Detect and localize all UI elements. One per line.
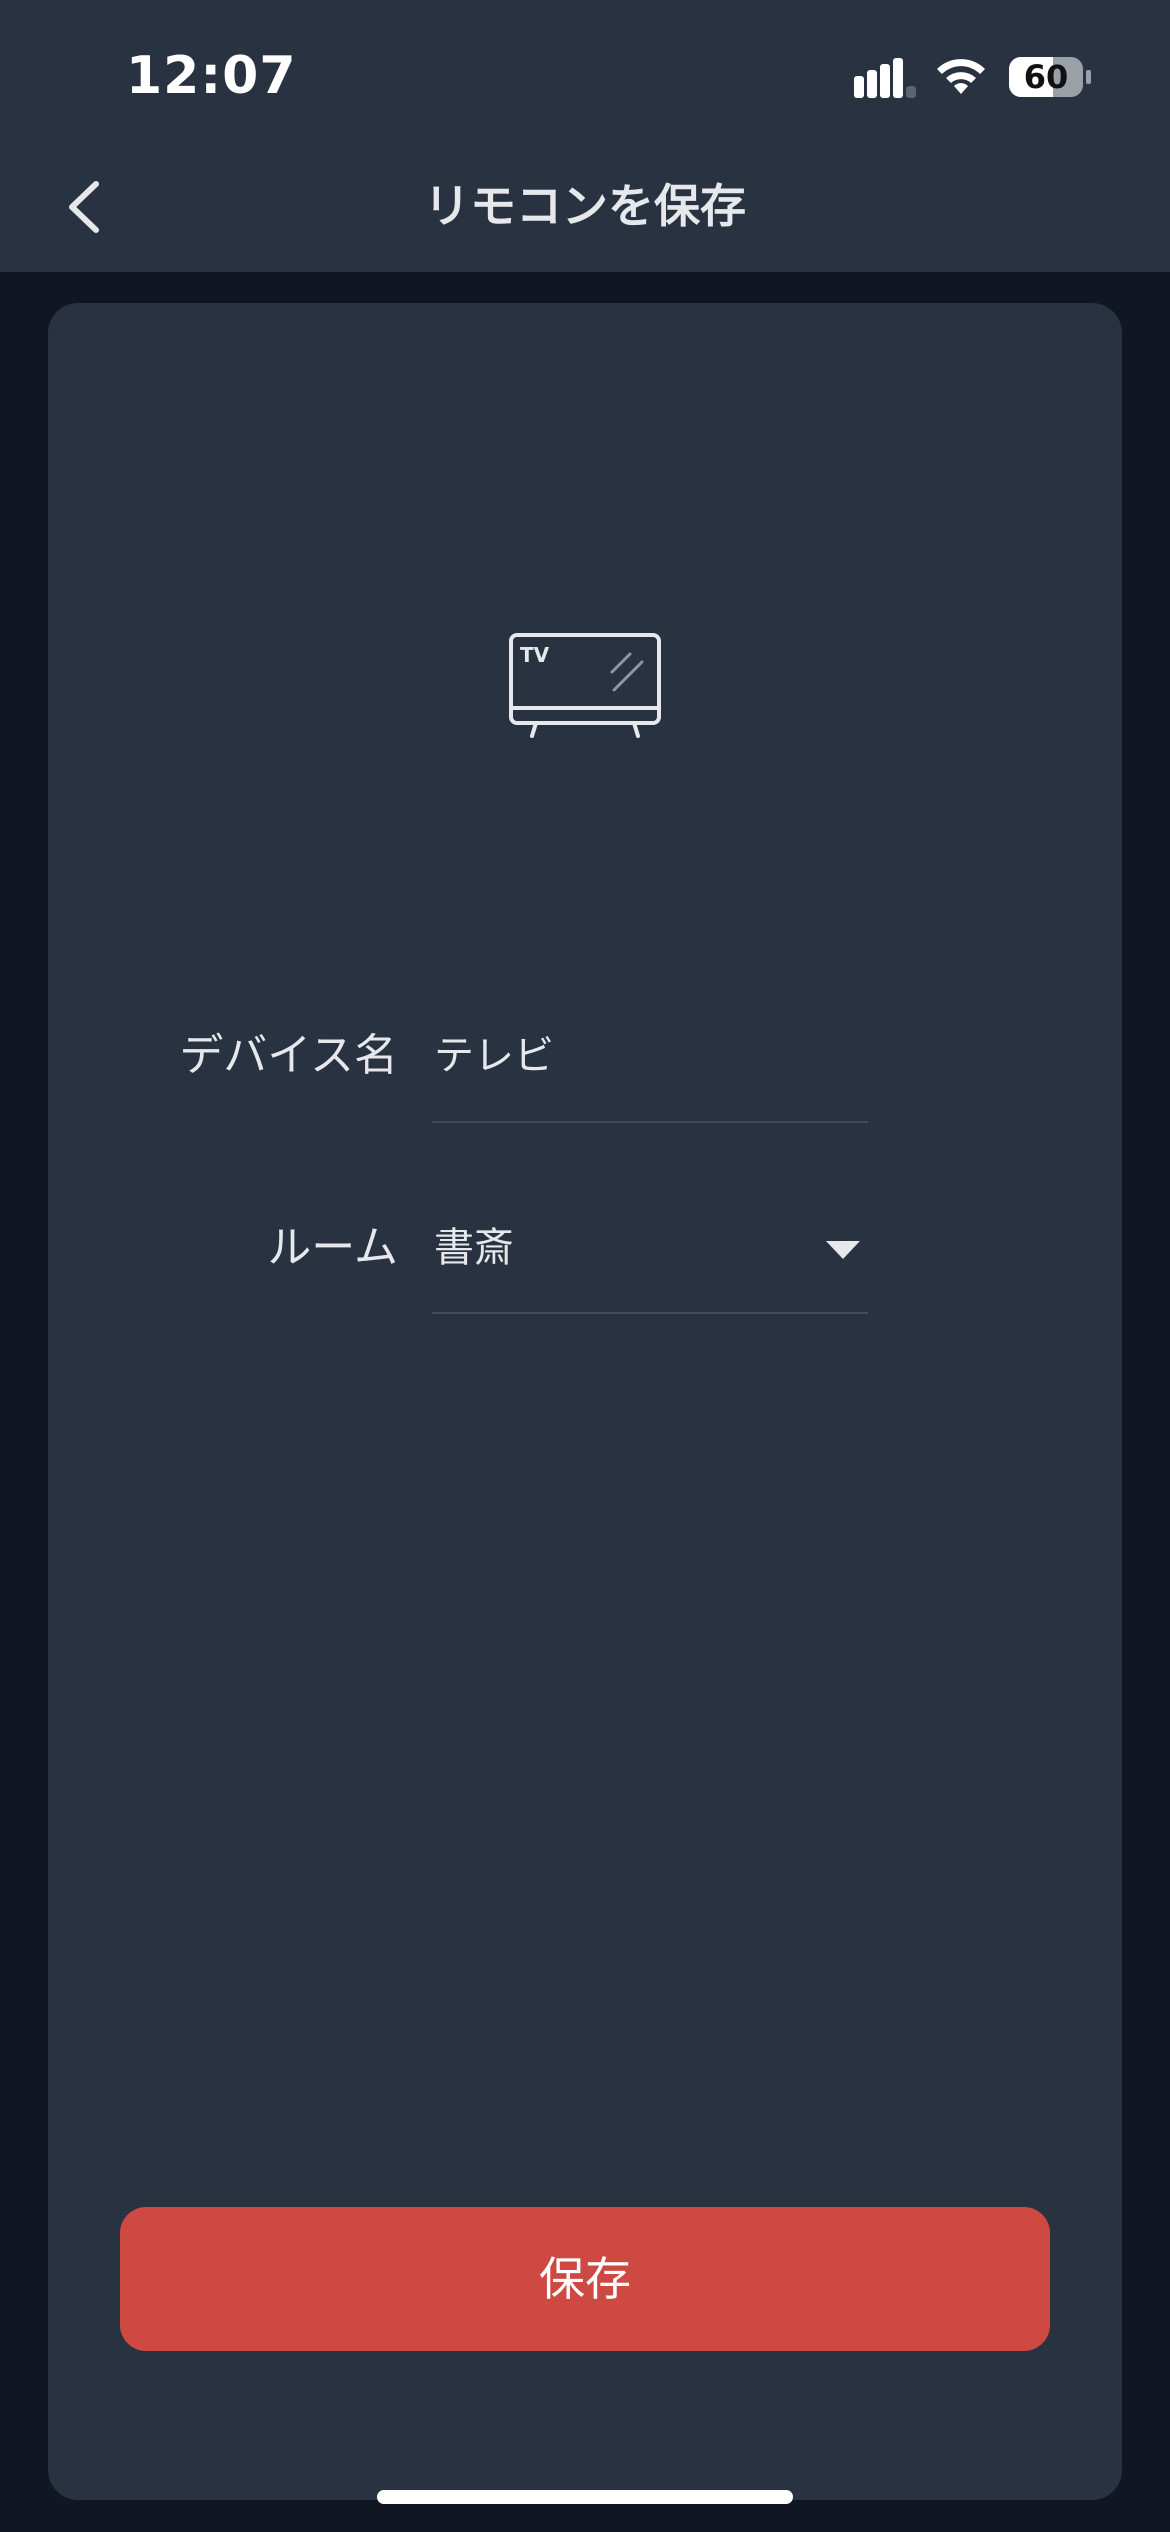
top-bar: 12:07 60 リモコンを保存: [0, 0, 1170, 272]
cellular-signal-icon: [854, 58, 916, 98]
room-underline: [432, 1312, 868, 1314]
device-name-label: デバイス名: [179, 1030, 398, 1081]
page-title: リモコンを保存: [424, 179, 746, 233]
tv-icon: TV: [509, 633, 661, 738]
home-indicator[interactable]: [377, 2490, 793, 2504]
room-select-value[interactable]: 書斎: [434, 1218, 514, 1278]
wifi-icon: [937, 59, 985, 94]
save-button[interactable]: 保存: [120, 2207, 1050, 2351]
battery-level: 60: [1023, 58, 1069, 96]
room-label: ルーム: [267, 1222, 398, 1273]
tv-icon-label: TV: [520, 643, 550, 667]
caret-down-icon[interactable]: [824, 1239, 862, 1261]
status-time: 12:07: [126, 46, 297, 106]
device-name-input[interactable]: テレビ: [434, 1026, 554, 1086]
save-remote-screen: 12:07 60 リモコンを保存 TV デバイス名 テレビ ルーム 書斎 保存: [0, 0, 1170, 2532]
device-name-underline: [432, 1121, 868, 1123]
